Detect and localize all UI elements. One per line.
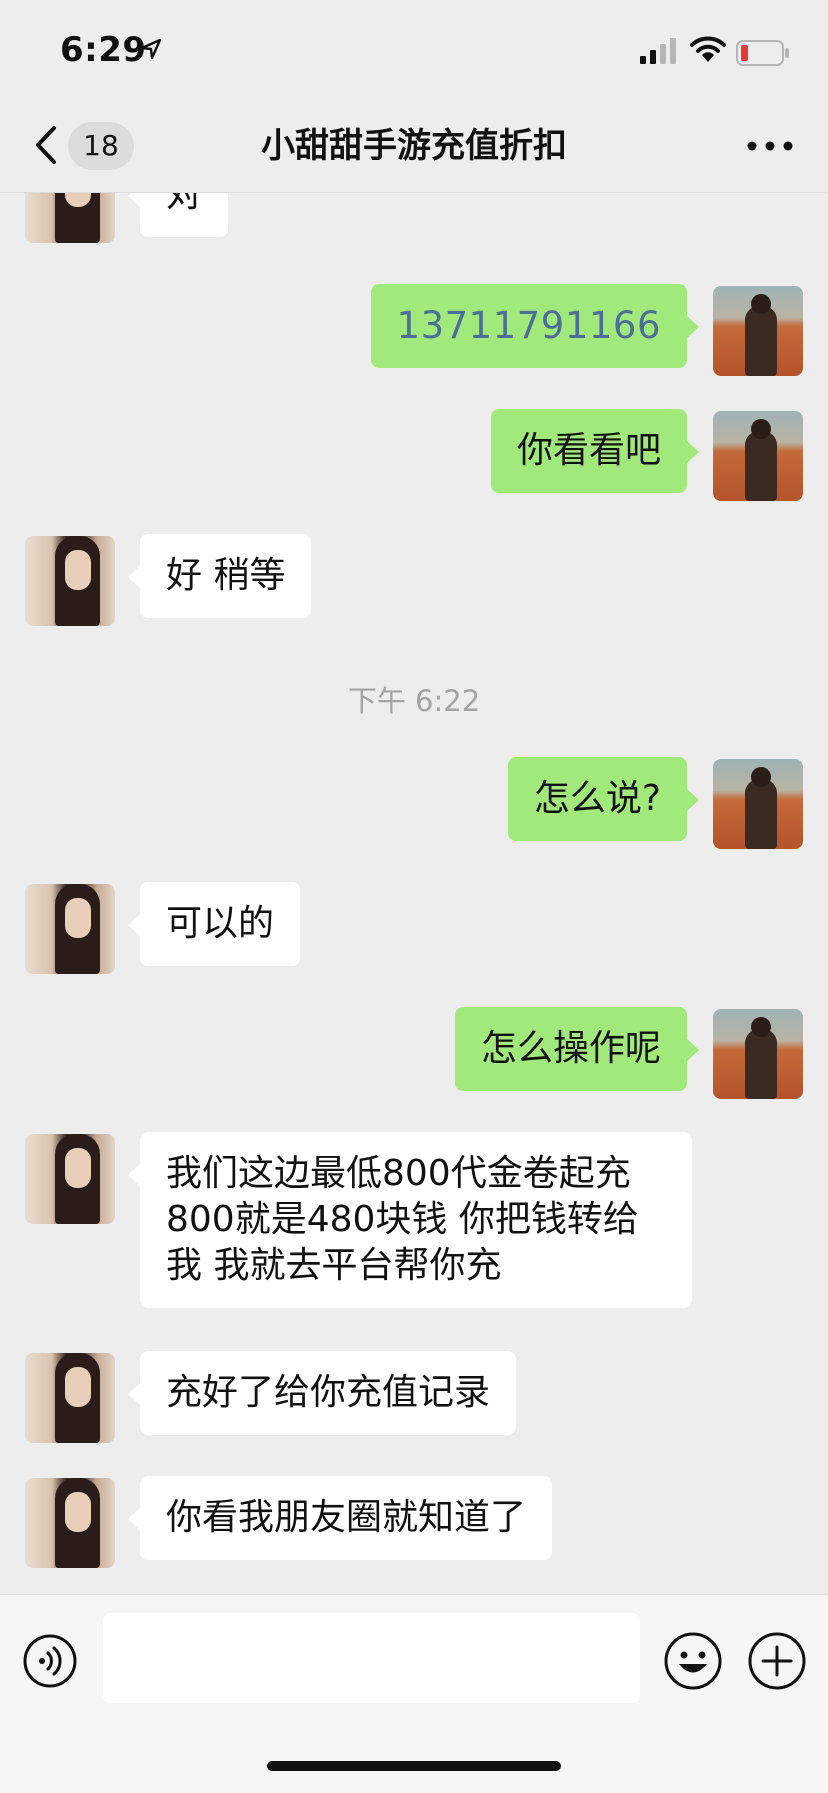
contact-avatar[interactable] xyxy=(25,1478,115,1568)
cellular-signal-icon xyxy=(640,38,676,64)
message-row-incoming: 你看我朋友圈就知道了 xyxy=(0,1476,828,1568)
message-row-incoming: 我们这边最低800代金卷起充 800就是480块钱 你把钱转给 我 我就去平台帮… xyxy=(0,1132,828,1314)
message-bubble[interactable]: 充好了给你充值记录 xyxy=(127,1351,517,1435)
message-row-incoming: 对 xyxy=(0,193,828,243)
message-bubble[interactable]: 怎么操作呢 xyxy=(454,1007,700,1091)
wifi-icon xyxy=(690,36,726,62)
message-bubble[interactable]: 你看看吧 xyxy=(490,409,700,493)
battery-low-icon xyxy=(736,40,789,66)
chat-title: 小甜甜手游充值折扣 xyxy=(261,126,567,166)
input-bar xyxy=(0,1594,828,1793)
message-row-incoming: 可以的 xyxy=(0,882,828,974)
message-row-incoming: 充好了给你充值记录 xyxy=(0,1351,828,1443)
message-list[interactable]: 对 13711791166 你看看吧 好 稍等 下午 6:22 怎么说? 可以的… xyxy=(0,193,828,1593)
home-indicator xyxy=(267,1761,561,1771)
plus-icon[interactable] xyxy=(747,1631,807,1691)
message-input[interactable] xyxy=(103,1613,640,1703)
message-row-outgoing: 你看看吧 xyxy=(0,409,828,501)
contact-avatar[interactable] xyxy=(25,536,115,626)
status-time: 6:29 xyxy=(60,30,147,70)
message-bubble[interactable]: 我们这边最低800代金卷起充 800就是480块钱 你把钱转给 我 我就去平台帮… xyxy=(128,1132,692,1308)
location-arrow-icon xyxy=(140,38,162,60)
phone-number-link[interactable]: 13711791166 xyxy=(370,284,700,368)
more-dots-icon[interactable] xyxy=(742,126,798,166)
my-avatar[interactable] xyxy=(713,1009,803,1099)
message-bubble[interactable]: 对 xyxy=(127,193,229,237)
message-bubble[interactable]: 好 稍等 xyxy=(127,534,312,618)
contact-avatar[interactable] xyxy=(25,1134,115,1224)
back-chevron-icon[interactable] xyxy=(28,122,68,168)
my-avatar[interactable] xyxy=(713,411,803,501)
contact-avatar[interactable] xyxy=(25,193,115,243)
message-row-incoming: 好 稍等 xyxy=(0,534,828,626)
message-timestamp: 下午 6:22 xyxy=(347,684,481,718)
status-bar: 6:29 xyxy=(0,0,828,100)
contact-avatar[interactable] xyxy=(25,884,115,974)
chat-header: 18 小甜甜手游充值折扣 xyxy=(0,100,828,193)
message-bubble[interactable]: 怎么说? xyxy=(507,757,700,841)
message-bubble[interactable]: 你看我朋友圈就知道了 xyxy=(127,1476,553,1560)
contact-avatar[interactable] xyxy=(25,1353,115,1443)
unread-count-badge[interactable]: 18 xyxy=(68,122,134,170)
my-avatar[interactable] xyxy=(713,759,803,849)
message-row-outgoing: 怎么操作呢 xyxy=(0,1007,828,1099)
message-row-outgoing: 怎么说? xyxy=(0,757,828,849)
message-row-outgoing: 13711791166 xyxy=(0,284,828,376)
my-avatar[interactable] xyxy=(713,286,803,376)
voice-icon[interactable] xyxy=(22,1633,78,1689)
message-bubble[interactable]: 可以的 xyxy=(127,882,301,966)
emoji-icon[interactable] xyxy=(663,1631,723,1691)
